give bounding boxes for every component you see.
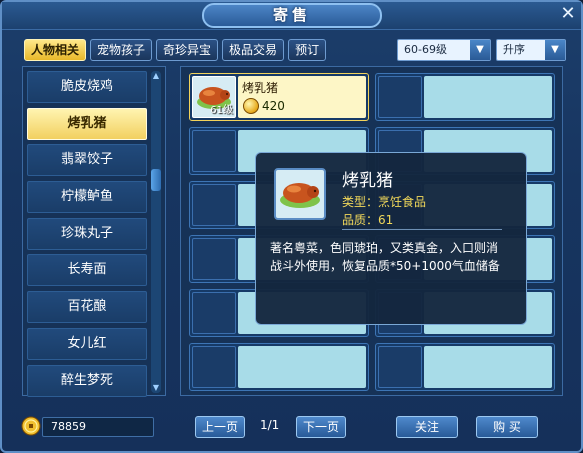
tab-preorder[interactable]: 预订 (288, 39, 327, 61)
list-item[interactable]: 醉生梦死 (27, 364, 147, 397)
tooltip-item-icon-box (274, 168, 326, 220)
next-page-button[interactable]: 下一页 (296, 416, 346, 438)
follow-button[interactable]: 关注 (396, 416, 458, 438)
buy-button[interactable]: 购 买 (476, 416, 538, 438)
category-tabs: 人物相关 宠物孩子 奇珍异宝 极品交易 预订 (24, 39, 327, 61)
empty-icon-box (192, 184, 236, 226)
empty-info-box (238, 346, 366, 388)
level-filter-select[interactable]: 60-69级 ▼ (397, 39, 491, 61)
item-level: 61级 (210, 105, 233, 116)
chevron-down-icon: ▼ (545, 40, 565, 60)
level-filter-value: 60-69级 (404, 43, 447, 56)
sort-order-select[interactable]: 升序 ▼ (496, 39, 566, 61)
empty-icon-box (192, 238, 236, 280)
empty-slot[interactable] (375, 73, 555, 121)
empty-icon-box (378, 76, 422, 118)
empty-icon-box (378, 346, 422, 388)
item-list: 脆皮烧鸡 烤乳猪 翡翠饺子 柠檬鲈鱼 珍珠丸子 长寿面 百花酿 女儿红 醉生梦死 (27, 71, 147, 401)
item-list-panel: 脆皮烧鸡 烤乳猪 翡翠饺子 柠檬鲈鱼 珍珠丸子 长寿面 百花酿 女儿红 醉生梦死… (22, 66, 166, 397)
bottom-bar: 78859 上一页 1/1 下一页 关注 购 买 (2, 410, 581, 450)
empty-icon-box (192, 346, 236, 388)
list-item[interactable]: 翡翠饺子 (27, 144, 147, 177)
list-scrollbar[interactable]: ▲ ▼ (151, 71, 161, 393)
page-indicator: 1/1 (260, 418, 280, 432)
prev-page-button[interactable]: 上一页 (195, 416, 245, 438)
listing-slot[interactable]: 61级 烤乳猪 420 (189, 73, 369, 121)
tab-treasures[interactable]: 奇珍异宝 (156, 39, 219, 61)
tooltip-item-quality: 品质：61 (342, 213, 394, 227)
scroll-thumb[interactable] (151, 169, 161, 191)
tab-premium-trade[interactable]: 极品交易 (222, 39, 285, 61)
tooltip-desc-line: 战斗外使用，恢复品质*50+1000气血储备 (270, 259, 500, 273)
money-balance: 78859 (42, 417, 154, 437)
empty-icon-box (192, 292, 236, 334)
coin-icon (243, 98, 259, 114)
tooltip-item-name: 烤乳猪 (342, 171, 393, 191)
item-icon-box: 61级 (192, 76, 236, 118)
empty-slot[interactable] (189, 343, 369, 391)
list-item[interactable]: 烤乳猪 (27, 107, 147, 140)
list-item[interactable]: 柠檬鲈鱼 (27, 181, 147, 214)
item-name: 烤乳猪 (242, 81, 279, 95)
scroll-down-icon[interactable]: ▼ (151, 383, 161, 393)
item-price: 420 (262, 99, 285, 113)
tooltip-desc-line: 著名粤菜，色同琥珀，又类真金，入口则消 (270, 241, 499, 255)
empty-slot[interactable] (375, 343, 555, 391)
list-item[interactable]: 长寿面 (27, 254, 147, 287)
consignment-window: 寄售 ✕ 人物相关 宠物孩子 奇珍异宝 极品交易 预订 60-69级 ▼ 升序 … (0, 0, 583, 453)
close-icon[interactable]: ✕ (558, 4, 578, 24)
tooltip-item-type: 类型：烹饪食品 (342, 195, 427, 209)
list-item[interactable]: 百花酿 (27, 291, 147, 324)
list-item[interactable]: 脆皮烧鸡 (27, 71, 147, 103)
list-item[interactable]: 珍珠丸子 (27, 217, 147, 250)
title-bar: 寄售 ✕ (2, 2, 581, 30)
tooltip-description: 著名粤菜，色同琥珀，又类真金，入口则消 战斗外使用，恢复品质*50+1000气血… (270, 239, 516, 275)
scroll-up-icon[interactable]: ▲ (151, 71, 161, 81)
sort-order-value: 升序 (503, 43, 525, 56)
list-item[interactable]: 女儿红 (27, 327, 147, 360)
empty-info-box (424, 76, 552, 118)
empty-icon-box (192, 130, 236, 172)
tab-pet-child[interactable]: 宠物孩子 (90, 39, 153, 61)
tab-character[interactable]: 人物相关 (24, 39, 87, 61)
item-info-box: 烤乳猪 420 (238, 76, 366, 118)
roast-pig-icon (280, 183, 320, 208)
coin-icon (21, 416, 41, 436)
chevron-down-icon: ▼ (470, 40, 490, 60)
item-tooltip: 烤乳猪 类型：烹饪食品 品质：61 著名粤菜，色同琥珀，又类真金，入口则消 战斗… (255, 152, 527, 325)
empty-info-box (424, 346, 552, 388)
tooltip-divider (342, 229, 502, 230)
window-title: 寄售 (202, 3, 382, 28)
